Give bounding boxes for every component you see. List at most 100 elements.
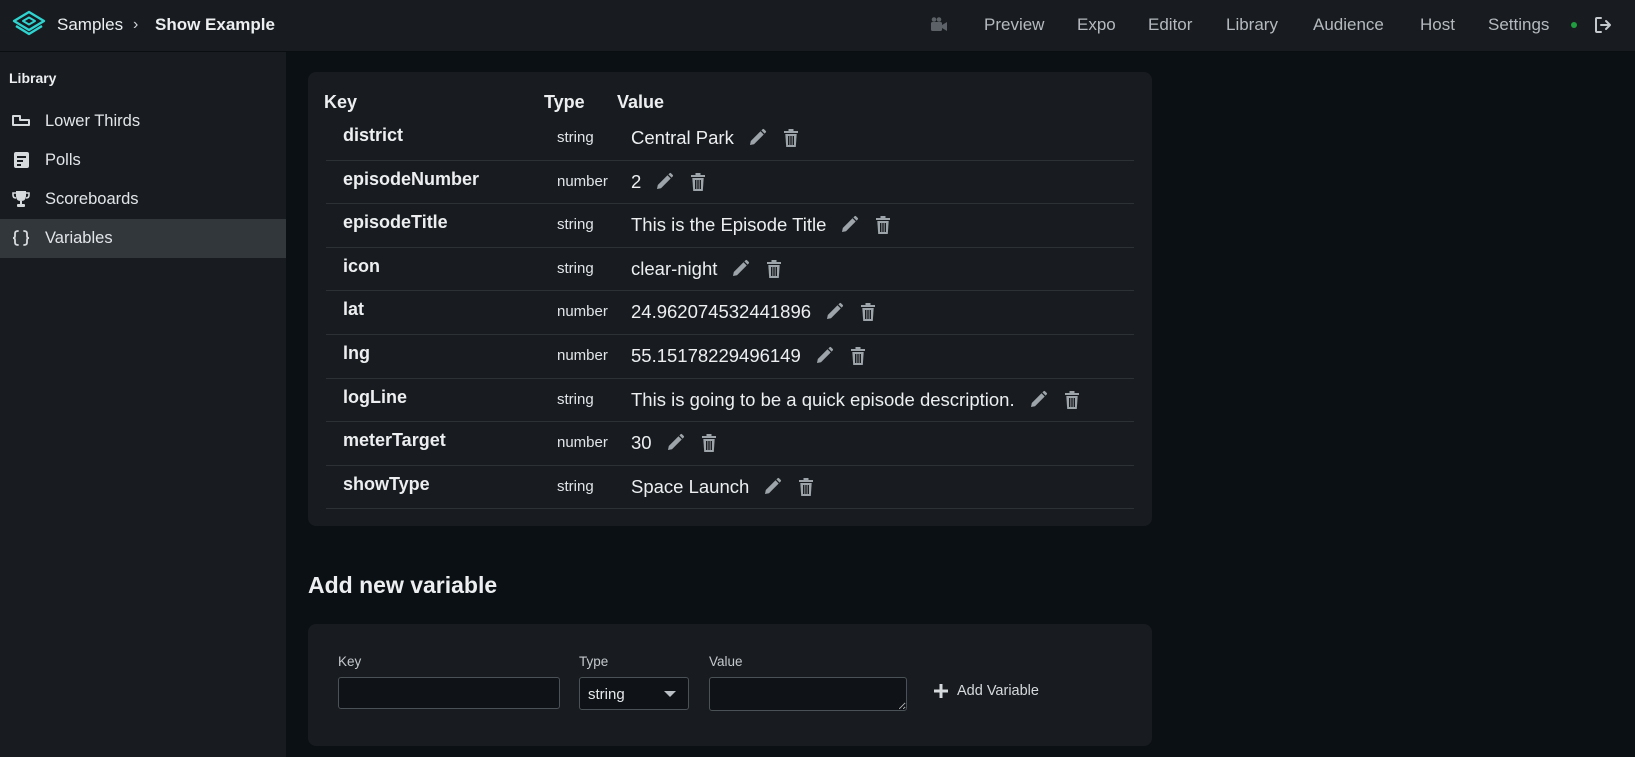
add-variable-button[interactable]: Add Variable <box>933 680 1039 702</box>
trash-icon[interactable] <box>795 476 817 498</box>
variable-value-cell: Central Park <box>631 127 802 149</box>
plus-icon <box>934 684 948 698</box>
key-field-label: Key <box>338 654 362 669</box>
variable-type: string <box>557 390 594 408</box>
variable-key: lat <box>343 299 365 320</box>
table-row: episodeNumber number 2 <box>326 161 1134 205</box>
video-camera-icon[interactable] <box>929 16 949 34</box>
variable-value: 30 <box>631 432 652 454</box>
value-textarea[interactable] <box>709 677 907 711</box>
nav-expo[interactable]: Expo <box>1077 15 1116 35</box>
variable-type: string <box>557 259 594 277</box>
lower-thirds-icon <box>12 115 30 126</box>
variable-value-cell: 30 <box>631 432 720 454</box>
trash-icon[interactable] <box>872 214 894 236</box>
sidebar-item-label: Scoreboards <box>45 190 139 208</box>
variable-key: episodeTitle <box>343 212 448 233</box>
trash-icon[interactable] <box>698 432 720 454</box>
column-header-value: Value <box>617 92 665 112</box>
variable-type: number <box>557 303 608 321</box>
trash-icon[interactable] <box>1061 389 1083 411</box>
variable-key: episodeNumber <box>343 168 480 189</box>
variable-value-cell: This is going to be a quick episode desc… <box>631 389 1083 411</box>
add-variable-heading: Add new variable <box>308 572 498 598</box>
variable-type: string <box>557 129 594 146</box>
variable-value-cell: 55.15178229496149 <box>631 345 869 367</box>
sidebar-item-variables[interactable]: Variables <box>0 219 286 258</box>
key-input[interactable] <box>338 677 560 709</box>
pencil-icon[interactable] <box>653 171 675 193</box>
top-bar: Samples › Show Example Preview Expo Edit… <box>0 0 1635 52</box>
variable-type: number <box>557 172 608 190</box>
variable-value: This is the Episode Title <box>631 214 827 236</box>
sidebar-heading: Library <box>9 70 57 86</box>
column-header-type: Type <box>544 92 585 112</box>
breadcrumb-current: Show Example <box>155 15 275 34</box>
variable-key: lng <box>343 343 370 363</box>
pencil-icon[interactable] <box>813 345 835 367</box>
add-variable-label: Add Variable <box>957 683 1039 699</box>
connection-status-dot <box>1571 22 1577 28</box>
variable-type: string <box>557 477 594 495</box>
pencil-icon[interactable] <box>838 214 860 236</box>
table-row: episodeTitle string This is the Episode … <box>326 204 1134 248</box>
type-select-value: string <box>588 686 625 703</box>
pencil-icon[interactable] <box>664 432 686 454</box>
nav-audience[interactable]: Audience <box>1313 15 1384 35</box>
add-variable-form: Key Type Value string Add Variable <box>308 624 1152 746</box>
sidebar-item-label: Polls <box>45 151 81 169</box>
nav-preview[interactable]: Preview <box>984 15 1044 35</box>
type-select[interactable]: string <box>579 677 689 710</box>
table-row: meterTarget number 30 <box>326 422 1134 466</box>
pencil-icon[interactable] <box>746 127 768 149</box>
chevron-down-icon <box>664 691 676 697</box>
table-row: district string Central Park <box>326 117 1134 161</box>
variable-value: 2 <box>631 170 642 192</box>
column-header-key: Key <box>324 92 358 112</box>
pencil-icon[interactable] <box>1027 389 1049 411</box>
table-row: lng number 55.15178229496149 <box>326 335 1134 379</box>
table-row: icon string clear-night <box>326 248 1134 292</box>
trash-icon[interactable] <box>780 127 802 149</box>
nav-settings[interactable]: Settings <box>1488 15 1549 35</box>
trash-icon[interactable] <box>687 171 709 193</box>
variable-value: This is going to be a quick episode desc… <box>631 388 1015 410</box>
sidebar: Library Lower Thirds Polls Scoreboards V… <box>0 52 286 757</box>
pencil-icon[interactable] <box>729 258 751 280</box>
variable-value: clear-night <box>631 257 718 279</box>
variable-type: number <box>557 347 608 364</box>
sidebar-item-label: Lower Thirds <box>45 112 141 130</box>
variable-value-cell: clear-night <box>631 258 785 280</box>
nav-library[interactable]: Library <box>1226 15 1278 35</box>
value-field-label: Value <box>709 654 743 669</box>
app-logo-icon[interactable] <box>12 10 46 40</box>
nav-editor[interactable]: Editor <box>1148 15 1192 35</box>
variable-value-cell: Space Launch <box>631 476 817 498</box>
variable-key: logLine <box>343 386 407 407</box>
variable-value-cell: 2 <box>631 171 709 193</box>
trophy-icon <box>12 191 30 207</box>
variable-value-cell: 24.962074532441896 <box>631 301 879 323</box>
breadcrumb-separator: › <box>133 16 139 33</box>
trash-icon[interactable] <box>847 345 869 367</box>
variable-value: 55.15178229496149 <box>631 345 801 366</box>
variable-key: district <box>343 125 404 145</box>
nav-host[interactable]: Host <box>1420 15 1455 35</box>
table-row: lat number 24.962074532441896 <box>326 291 1134 335</box>
pencil-icon[interactable] <box>823 301 845 323</box>
type-field-label: Type <box>579 654 609 669</box>
sidebar-item-scoreboards[interactable]: Scoreboards <box>0 180 286 219</box>
pencil-icon[interactable] <box>761 476 783 498</box>
logout-icon[interactable] <box>1593 15 1613 35</box>
variable-value-cell: This is the Episode Title <box>631 214 894 236</box>
variable-value: Central Park <box>631 127 734 148</box>
breadcrumb-samples[interactable]: Samples <box>57 15 123 35</box>
table-row: logLine string This is going to be a qui… <box>326 379 1134 423</box>
braces-icon <box>12 230 30 246</box>
trash-icon[interactable] <box>763 258 785 280</box>
poll-icon <box>14 152 29 168</box>
variable-key: showType <box>343 473 430 494</box>
sidebar-item-polls[interactable]: Polls <box>0 141 286 180</box>
trash-icon[interactable] <box>857 301 879 323</box>
sidebar-item-lower-thirds[interactable]: Lower Thirds <box>0 102 286 141</box>
